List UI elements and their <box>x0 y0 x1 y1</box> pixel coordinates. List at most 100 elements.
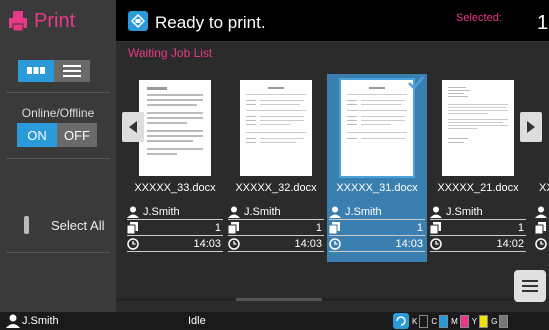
ink-label: C <box>431 316 438 326</box>
job-copies: 1 <box>517 221 524 234</box>
job-user-row: J.Smith <box>329 204 425 220</box>
selected-count: 1 <box>537 12 549 34</box>
job-time: 14:03 <box>193 237 221 250</box>
sidebar: Print Online/Offline ON OFF Select All <box>0 0 116 312</box>
ink-g: G <box>491 314 509 328</box>
job-filename: XXXXX_33.docx <box>134 182 216 194</box>
selected-label: Selected: <box>456 12 502 24</box>
status-bar: J.Smith Idle K C M Y G <box>0 312 549 330</box>
job-user-row <box>531 204 549 220</box>
app-logo: Print <box>6 6 75 36</box>
scrollbar-thumb[interactable] <box>236 298 322 301</box>
current-user-name: J.Smith <box>22 315 59 327</box>
clock-icon <box>329 237 341 250</box>
job-time-row: 14:03 <box>228 236 324 252</box>
checkmark-icon <box>408 76 424 90</box>
ink-m: M <box>451 314 469 328</box>
job-copies-row: 1 <box>127 220 223 236</box>
job-card[interactable]: XXXXX_32.docx J.Smith 1 14:03 <box>226 74 326 262</box>
job-copies: 1 <box>214 221 221 234</box>
document-preview-icon <box>448 87 508 143</box>
menu-icon <box>522 280 538 282</box>
job-user-row: J.Smith <box>127 204 223 220</box>
job-owner: J.Smith <box>345 205 382 218</box>
view-toggle <box>18 60 90 82</box>
user-icon <box>329 206 341 218</box>
online-on-button[interactable]: ON <box>17 123 57 147</box>
document-preview-icon <box>347 87 407 139</box>
select-all-button[interactable]: Select All <box>12 210 112 240</box>
copies-icon <box>127 221 138 234</box>
copies-icon <box>430 221 441 234</box>
job-user-row: J.Smith <box>228 204 324 220</box>
job-filename: XX <box>539 182 549 194</box>
main-panel: Ready to print. Selected: 1 Waiting Job … <box>116 0 549 312</box>
scroll-right-button[interactable] <box>520 112 542 142</box>
online-offline-label: Online/Offline <box>21 106 95 120</box>
clock-icon <box>127 237 139 250</box>
header: Ready to print. Selected: 1 <box>116 0 549 42</box>
job-time-row: 14:03 <box>329 236 425 252</box>
document-thumbnail <box>240 80 312 176</box>
network-icon <box>393 313 409 329</box>
ink-c: C <box>431 314 449 328</box>
job-time: 14:02 <box>496 237 524 250</box>
ink-level-indicator <box>459 314 469 328</box>
job-filename: XXXXX_31.docx <box>336 182 418 194</box>
job-copies: 1 <box>315 221 322 234</box>
ink-levels: K C M Y G <box>393 313 509 329</box>
job-card[interactable]: XXXXX_33.docx J.Smith 1 14:03 <box>125 74 225 262</box>
ink-level-indicator <box>499 314 509 328</box>
ink-level-indicator <box>419 314 429 328</box>
status-message: Ready to print. <box>155 13 266 32</box>
ink-label: Y <box>471 316 478 326</box>
ink-label: G <box>491 316 498 326</box>
job-card[interactable]: XXXXX_21.docx J.Smith 1 14:02 <box>428 74 528 262</box>
job-card[interactable]: XX <box>529 74 549 262</box>
grid-icon <box>27 67 45 74</box>
job-owner: J.Smith <box>143 205 180 218</box>
divider <box>6 158 110 159</box>
job-card-selected[interactable]: XXXXX_31.docx J.Smith 1 14:03 <box>327 74 427 262</box>
list-title: Waiting Job List <box>128 46 213 60</box>
chevron-right-icon <box>527 121 535 133</box>
current-user[interactable]: J.Smith <box>6 314 59 328</box>
online-off-button[interactable]: OFF <box>57 123 97 147</box>
job-copies: 1 <box>416 221 423 234</box>
list-view-button[interactable] <box>54 60 90 82</box>
clock-icon <box>535 238 547 250</box>
list-icon <box>63 65 81 77</box>
scroll-left-button[interactable] <box>122 112 144 142</box>
job-owner: J.Smith <box>446 205 483 218</box>
job-time-row: 14:02 <box>430 236 526 252</box>
ink-level-indicator <box>439 314 449 328</box>
ink-level-indicator <box>479 314 489 328</box>
document-thumbnail <box>339 78 415 178</box>
menu-button[interactable] <box>514 270 546 302</box>
clock-icon <box>228 237 240 250</box>
user-icon <box>228 206 240 218</box>
ink-label: M <box>451 316 458 326</box>
job-copies-row: 1 <box>329 220 425 236</box>
thumbnail-view-button[interactable] <box>18 60 54 82</box>
select-all-label: Select All <box>51 217 105 233</box>
app-title: Print <box>34 9 76 32</box>
ink-y: Y <box>471 314 489 328</box>
job-copies-row: 1 <box>430 220 526 236</box>
online-offline-toggle: ON OFF <box>17 123 97 147</box>
copies-icon <box>329 221 340 234</box>
job-owner: J.Smith <box>244 205 281 218</box>
job-user-row: J.Smith <box>430 204 526 220</box>
job-time: 14:03 <box>395 237 423 250</box>
job-time: 14:03 <box>294 237 322 250</box>
user-icon <box>127 206 139 218</box>
document-preview-icon <box>246 87 306 143</box>
user-icon <box>430 206 442 218</box>
horizontal-scrollbar[interactable] <box>116 298 549 301</box>
document-thumbnail <box>442 80 514 176</box>
job-copies-row <box>531 220 549 236</box>
job-time-row: 14:03 <box>127 236 223 252</box>
copies-icon <box>228 221 239 234</box>
user-icon <box>535 206 547 218</box>
status-printer-icon <box>128 11 148 31</box>
